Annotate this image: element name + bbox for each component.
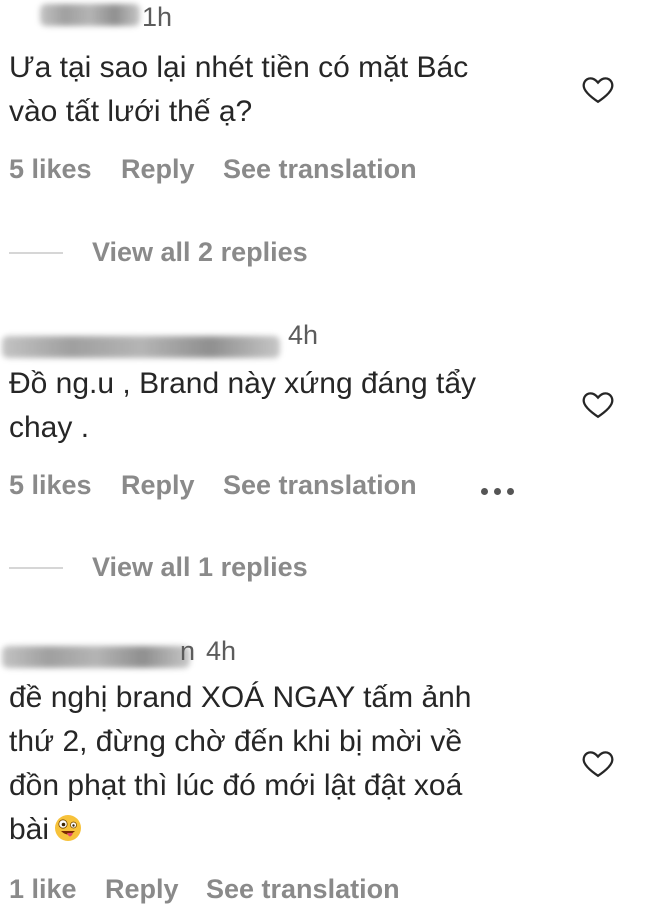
replies-divider [9,252,63,254]
likes-count[interactable]: 1 like [9,874,77,905]
username-blurred[interactable] [2,336,280,358]
comment-text-line: Ưa tại sao lại nhét tiền có mặt Bác [9,51,469,84]
comment-time: 4h [206,636,237,666]
comment-text: Ưa tại sao lại nhét tiền có mặt Bác vào … [9,46,468,134]
heart-outline-icon[interactable] [580,746,616,780]
username-blurred[interactable] [40,4,140,26]
comment-username-tail: n [180,636,196,666]
comment-text: Đồ ng.u , Brand này xứng đáng tẩy chay . [9,362,476,450]
comment-time: 1h [142,2,173,32]
comment-text: đề nghị brand XOÁ NGAY tấm ảnh thứ 2, đừ… [9,676,472,852]
heart-outline-icon[interactable] [580,72,616,106]
likes-count[interactable]: 5 likes [9,154,92,185]
view-replies-button[interactable]: View all 2 replies [92,237,308,268]
username-blurred[interactable] [2,646,190,668]
reply-button[interactable]: Reply [121,154,195,185]
heart-outline-icon[interactable] [580,387,616,421]
comment-time: 4h [288,320,319,350]
comment-text-line: đề nghị brand XOÁ NGAY tấm ảnh [9,681,472,714]
comment-text-line: đồn phạt thì lúc đó mới lật đật xoá [9,769,463,802]
comment-text-line: thứ 2, đừng chờ đến khi bị mời về [9,725,463,758]
see-translation-button[interactable]: See translation [223,470,417,501]
comment-text-line: chay . [9,411,90,444]
reply-button[interactable]: Reply [121,470,195,501]
comment-text-line: Đồ ng.u , Brand này xứng đáng tẩy [9,367,477,400]
comment-text-line: vào tất lưới thế ạ? [9,95,253,128]
reply-button[interactable]: Reply [105,874,179,905]
replies-divider [9,567,63,569]
see-translation-button[interactable]: See translation [206,874,400,905]
view-replies-button[interactable]: View all 1 replies [92,552,308,583]
likes-count[interactable]: 5 likes [9,470,92,501]
comment-text-line: bài [9,808,472,852]
more-options-icon[interactable] [481,482,520,500]
see-translation-button[interactable]: See translation [223,154,417,185]
zany-face-emoji [55,815,82,841]
